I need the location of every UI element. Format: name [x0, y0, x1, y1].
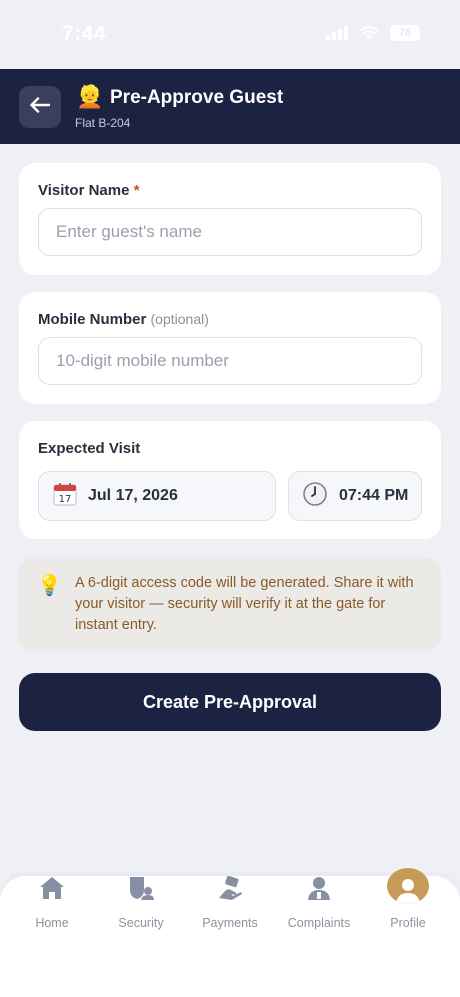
- nav-label-payments: Payments: [202, 916, 258, 930]
- back-button[interactable]: [19, 86, 61, 128]
- nav-item-home[interactable]: Home: [6, 876, 98, 946]
- lightbulb-icon: 💡: [37, 575, 62, 597]
- app-header: 👱 Pre-Approve Guest Flat B-204: [0, 69, 460, 144]
- expected-visit-label: Expected Visit: [38, 440, 141, 457]
- create-pre-approval-label: Create Pre-Approval: [142, 691, 318, 712]
- mobile-number-card: Mobile Number (optional) 10-digit mobile…: [19, 292, 441, 404]
- visit-time: 07:44 PM: [339, 487, 409, 504]
- mobile-number-label-text: Mobile Number: [38, 311, 147, 328]
- mobile-number-input[interactable]: 10-digit mobile number: [38, 337, 422, 385]
- flat-label: Flat B-204: [75, 116, 131, 130]
- optional-hint: (optional): [150, 311, 209, 327]
- create-pre-approval-button[interactable]: Create Pre-Approval: [19, 673, 441, 731]
- status-icons: 78: [326, 25, 420, 41]
- required-mark: *: [133, 182, 140, 199]
- nav-item-profile[interactable]: Profile: [362, 868, 454, 946]
- mobile-number-placeholder: 10-digit mobile number: [56, 351, 229, 370]
- nav-item-complaints[interactable]: Complaints: [273, 876, 365, 946]
- expected-visit-card: Expected Visit 17 Jul 17, 2026 07:44 PM: [19, 421, 441, 539]
- signal-icon: [326, 26, 348, 40]
- visitor-name-input[interactable]: Enter guest's name: [38, 208, 422, 256]
- time-picker[interactable]: 07:44 PM: [288, 471, 422, 521]
- calendar-icon: 17: [53, 482, 77, 511]
- nav-label-security: Security: [118, 916, 164, 930]
- visitor-name-label: Visitor Name *: [38, 182, 139, 199]
- profile-icon: [387, 868, 429, 904]
- calendar-day: 17: [59, 494, 72, 505]
- nav-item-payments[interactable]: Payments: [184, 875, 276, 946]
- nav-label-profile: Profile: [390, 916, 426, 930]
- page-title: Pre-Approve Guest: [110, 87, 284, 108]
- visit-date: Jul 17, 2026: [88, 487, 178, 504]
- battery-icon: 78: [390, 25, 420, 41]
- status-bar: 7:44 78: [0, 0, 460, 69]
- clock-icon: [303, 481, 327, 511]
- security-icon: [128, 876, 154, 905]
- battery-level: 78: [398, 27, 412, 39]
- complaints-icon: [306, 876, 332, 905]
- nav-label-home: Home: [35, 916, 69, 930]
- date-picker[interactable]: 17 Jul 17, 2026: [38, 471, 276, 521]
- status-time: 7:44: [62, 22, 107, 45]
- guest-emoji-icon: 👱: [76, 84, 104, 109]
- mobile-number-label: Mobile Number (optional): [38, 311, 209, 328]
- payments-icon: [217, 875, 243, 905]
- visitor-name-card: Visitor Name * Enter guest's name: [19, 163, 441, 275]
- bottom-nav: Home Security Payments Complaints Profil…: [0, 868, 460, 997]
- wifi-icon: [360, 26, 378, 40]
- nav-label-complaints: Complaints: [287, 916, 351, 930]
- info-text: A 6-digit access code will be generated.…: [75, 575, 414, 633]
- visitor-name-placeholder: Enter guest's name: [56, 222, 202, 241]
- info-note: 💡 A 6-digit access code will be generate…: [19, 557, 441, 652]
- visitor-name-label-text: Visitor Name: [38, 182, 130, 199]
- arrow-left-icon: [30, 96, 51, 118]
- home-icon: [39, 876, 65, 905]
- nav-item-security[interactable]: Security: [95, 876, 187, 946]
